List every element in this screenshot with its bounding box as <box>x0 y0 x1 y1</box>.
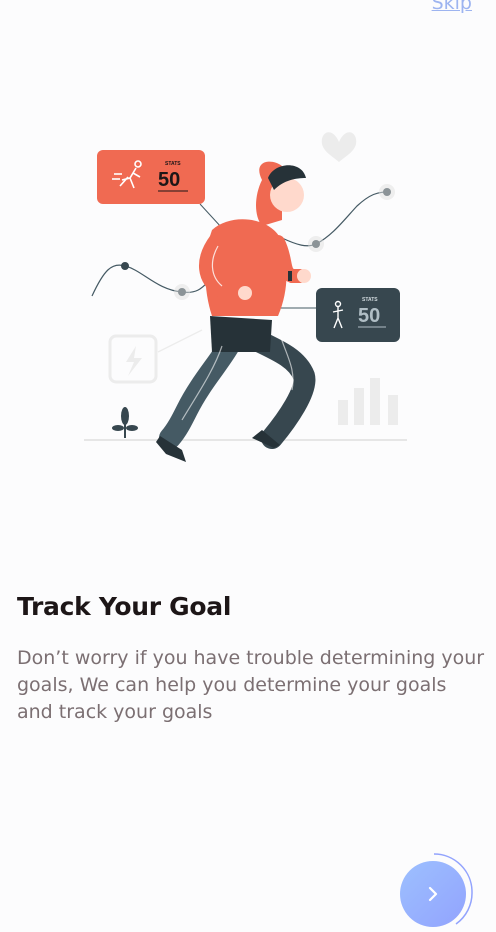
next-button[interactable] <box>400 861 466 927</box>
runner-figure <box>156 161 316 462</box>
stats-card-2-caption: STATS <box>362 297 378 303</box>
lightning-box-icon <box>108 334 158 384</box>
chevron-right-icon <box>428 886 438 902</box>
activity-wave-left <box>91 264 211 297</box>
heart-icon <box>321 132 357 162</box>
next-button-container <box>396 852 476 932</box>
plant-icon <box>112 407 138 438</box>
skip-link[interactable]: Skip <box>432 0 472 14</box>
stats-card-dark: STATS 50 <box>316 288 400 342</box>
page-description: Don’t worry if you have trouble determin… <box>17 647 485 723</box>
stats-card-1-value: 50 <box>158 169 180 191</box>
stats-card-2-value: 50 <box>358 305 380 327</box>
running-person-illustration: STATS 50 STATS 50 <box>84 132 407 462</box>
page-title: Track Your Goal <box>17 592 232 621</box>
stats-card-orange: STATS 50 <box>97 150 205 204</box>
stats-card-1-caption: STATS <box>165 161 181 167</box>
bar-chart-icon <box>338 378 398 425</box>
